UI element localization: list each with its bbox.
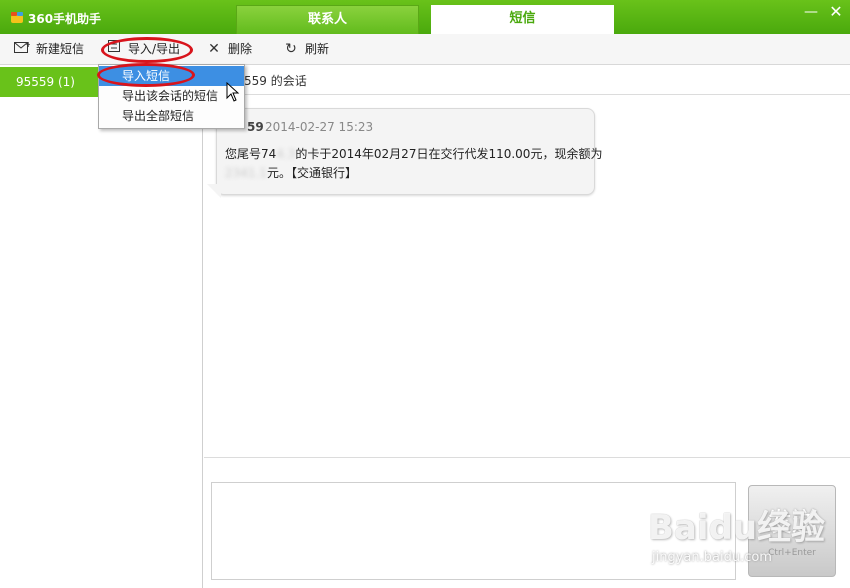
baidu-watermark: Baidu经验 jingyan.baidu.com [648,500,848,585]
conversation-list: 95559 (1) [0,65,203,588]
svg-text:+: + [25,41,30,49]
title-bar: 360手机助手 联系人 短信 — ✕ [0,0,850,34]
refresh-button[interactable]: ↻ 刷新 [283,34,329,64]
compose-divider [204,457,850,458]
message-text-line2: 2341.1元。【交通银行】 [225,166,358,180]
annotation-circle-import-export [101,37,193,63]
delete-button[interactable]: ✕ 删除 [206,34,252,64]
watermark-url: jingyan.baidu.com [652,550,772,565]
tab-sms[interactable]: 短信 [431,5,614,34]
message-bubble: 59 2014-02-27 15:23 您尾号744.3的卡于2014年02月2… [216,108,602,195]
refresh-label: 刷新 [305,42,330,56]
app-title: 360手机助手 [28,12,102,26]
conversation-title: 559 的会话 [244,74,307,88]
conversation-header: 559 的会话 [204,65,850,95]
new-sms-button[interactable]: + 新建短信 [14,34,84,64]
refresh-icon: ↻ [285,41,297,57]
message-sender: 59 [247,120,264,134]
menu-item-export-conversation[interactable]: 导出该会话的短信 [99,86,244,106]
delete-icon: ✕ [208,41,220,57]
watermark-logo: Baidu经验 [648,508,826,548]
tab-contacts[interactable]: 联系人 [236,5,419,34]
message-time: 2014-02-27 15:23 [265,120,374,134]
message-text-line1: 您尾号744.3的卡于2014年02月27日在交行代发110.00元，现余额为 [225,147,603,161]
minimize-button[interactable]: — [803,4,819,20]
mouse-cursor-icon [226,82,240,102]
menu-item-export-all[interactable]: 导出全部短信 [99,106,244,126]
delete-label: 删除 [228,42,253,56]
annotation-circle-import-sms [97,63,195,87]
new-message-icon: + [14,34,32,64]
bubble-tail [207,184,221,198]
close-button[interactable]: ✕ [828,4,844,20]
app-logo-icon [11,12,23,23]
new-sms-label: 新建短信 [36,42,85,56]
